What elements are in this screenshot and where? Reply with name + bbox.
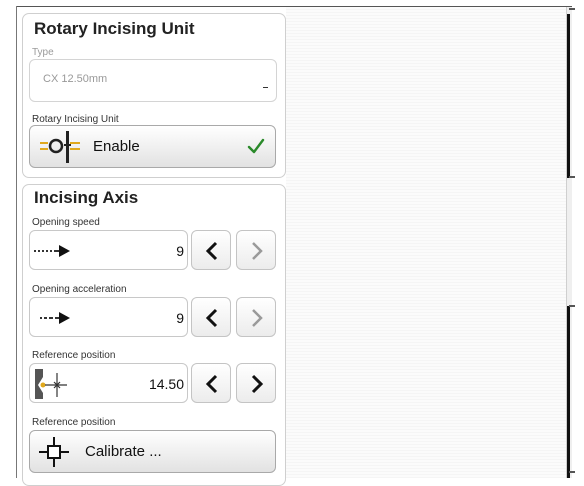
reference-position-icon bbox=[33, 367, 73, 406]
checkmark-icon bbox=[247, 137, 265, 160]
opening-acceleration-increase-button[interactable] bbox=[236, 297, 276, 337]
panel-title: Rotary Incising Unit bbox=[34, 19, 195, 38]
rotary-incising-unit-icon bbox=[40, 131, 84, 168]
opening-speed-decrease-button[interactable] bbox=[191, 230, 231, 270]
enable-button[interactable]: Enable bbox=[29, 125, 276, 168]
calibrate-button[interactable]: Calibrate ... bbox=[29, 430, 276, 473]
opening-acceleration-field[interactable]: 9 bbox=[29, 297, 188, 337]
chevron-right-icon bbox=[251, 374, 264, 394]
type-select[interactable]: CX 12.50mm bbox=[29, 59, 277, 102]
acceleration-arrow-icon bbox=[34, 311, 74, 329]
opening-speed-value: 9 bbox=[176, 243, 184, 259]
calibrate-crosshair-icon bbox=[38, 436, 70, 473]
opening-acceleration-decrease-button[interactable] bbox=[191, 297, 231, 337]
reference-position-decrease-button[interactable] bbox=[191, 363, 231, 403]
chevron-left-icon bbox=[205, 308, 218, 328]
opening-acceleration-label: Opening acceleration bbox=[32, 284, 127, 295]
opening-speed-field[interactable]: 9 bbox=[29, 230, 188, 270]
speed-arrow-icon bbox=[34, 244, 74, 262]
reference-position-increase-button[interactable] bbox=[236, 363, 276, 403]
panel-title: Incising Axis bbox=[34, 188, 139, 207]
enable-button-label: Enable bbox=[93, 138, 140, 155]
scrollbar-marker bbox=[569, 471, 575, 473]
type-select-value: CX 12.50mm bbox=[43, 73, 108, 85]
chevron-left-icon bbox=[205, 374, 218, 394]
reference-position-field[interactable]: 14.50 bbox=[29, 363, 188, 403]
scrollbar-segment-lower[interactable] bbox=[567, 306, 570, 478]
opening-speed-label: Opening speed bbox=[32, 217, 100, 228]
opening-acceleration-value: 9 bbox=[176, 310, 184, 326]
opening-speed-increase-button[interactable] bbox=[236, 230, 276, 270]
calibrate-label: Reference position bbox=[32, 417, 116, 428]
chevron-right-icon bbox=[252, 309, 263, 327]
scrollbar-marker bbox=[569, 8, 575, 10]
type-label: Type bbox=[32, 47, 54, 58]
reference-position-value: 14.50 bbox=[148, 376, 184, 392]
chevron-down-icon bbox=[263, 87, 268, 88]
enable-label: Rotary Incising Unit bbox=[32, 114, 119, 125]
chevron-left-icon bbox=[205, 241, 218, 261]
scrollbar-marker bbox=[569, 305, 575, 307]
chevron-right-icon bbox=[252, 242, 263, 260]
content-area bbox=[286, 7, 568, 478]
calibrate-button-label: Calibrate ... bbox=[85, 443, 162, 460]
scrollbar-marker bbox=[569, 176, 575, 178]
reference-position-label: Reference position bbox=[32, 350, 116, 361]
window-left-border bbox=[16, 6, 17, 478]
scrollbar-segment-upper[interactable] bbox=[567, 14, 570, 178]
